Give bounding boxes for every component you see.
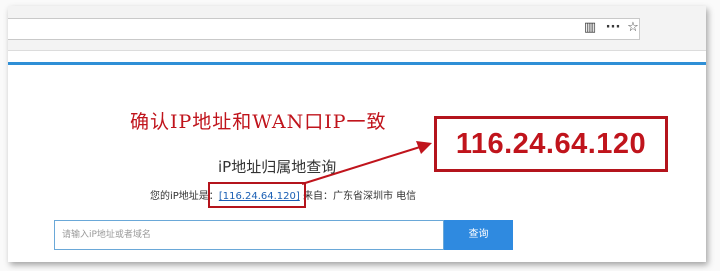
annotation-instruction: 确认IP地址和WAN口IP一致 [130,111,387,133]
reader-view-icon[interactable]: ▥ [582,20,598,36]
browser-window: ▥ ··· ☆ 确认IP地址和WAN口IP一致 116.24.64.120 iP… [8,6,706,262]
more-actions-icon[interactable]: ··· [602,20,624,36]
ip-highlight-box [208,182,306,208]
page-title: iP地址归属地查询 [218,158,337,176]
ip-location-text: 来自：广东省深圳市 电信 [302,191,417,202]
search-button[interactable]: 查询 [444,220,513,250]
highlighted-ip-callout: 116.24.64.120 [434,116,668,172]
highlighted-ip-text: 116.24.64.120 [455,128,647,160]
bookmark-star-icon[interactable]: ☆ [625,20,641,36]
browser-toolbar: ▥ ··· ☆ [8,6,706,51]
screenshot-frame: ▥ ··· ☆ 确认IP地址和WAN口IP一致 116.24.64.120 iP… [0,0,720,271]
address-bar[interactable] [8,18,640,40]
arrow-head [416,141,432,154]
header-accent-line [8,62,706,65]
ip-search-input[interactable] [54,220,444,250]
